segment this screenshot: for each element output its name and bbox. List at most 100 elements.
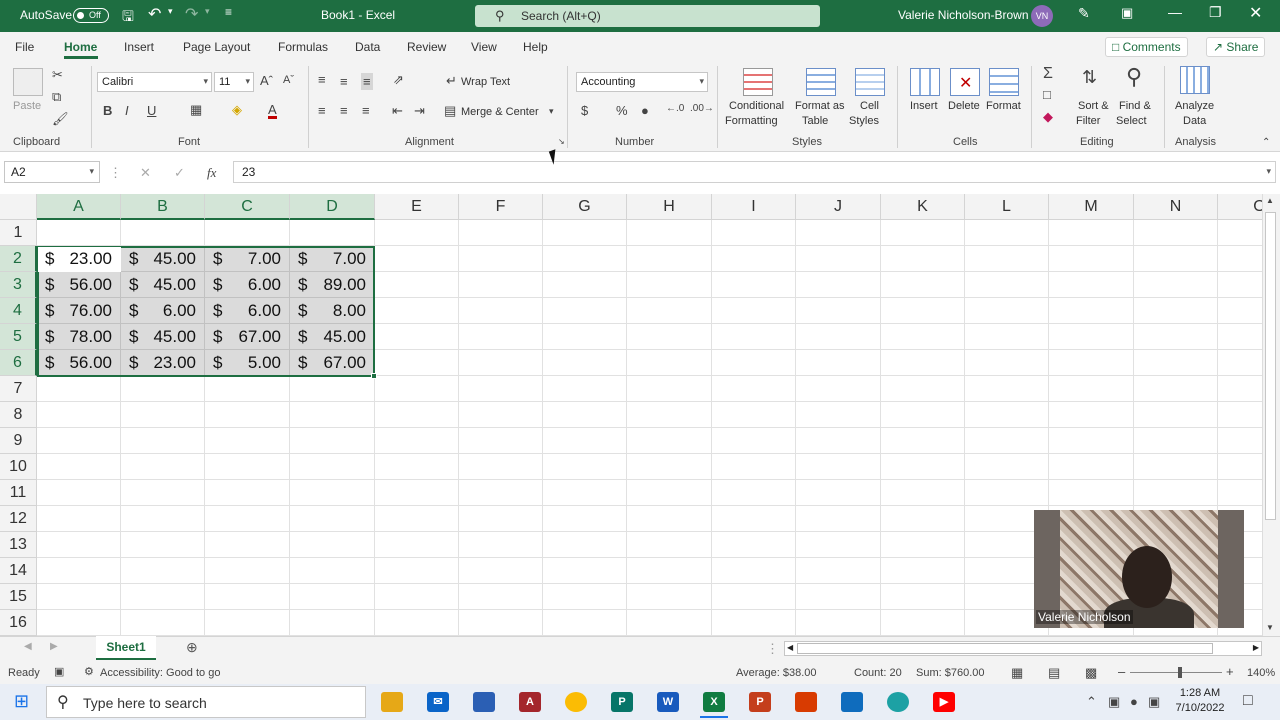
customize-toolbar-icon[interactable]: ≡ [225, 5, 232, 19]
autosave-toggle[interactable]: Off [73, 8, 109, 23]
row-header-16[interactable]: 16 [0, 610, 37, 636]
decrease-font-icon[interactable]: Aˇ [283, 75, 294, 86]
page-break-view-icon[interactable]: ▩ [1085, 665, 1097, 681]
increase-font-icon[interactable]: Aˆ [260, 74, 273, 87]
tab-home[interactable]: Home [64, 40, 97, 54]
column-header-e[interactable]: E [375, 194, 459, 220]
row-header-4[interactable]: 4 [0, 298, 37, 324]
align-center-icon[interactable]: ≡ [340, 104, 348, 117]
format-as-table-icon[interactable] [806, 68, 836, 96]
meet-now-icon[interactable]: ▣ [1108, 695, 1120, 708]
column-header-k[interactable]: K [881, 194, 965, 220]
search-box[interactable]: ⚲ Search (Alt+Q) [475, 5, 820, 27]
sheet-tab-sheet1[interactable]: Sheet1 [96, 636, 156, 660]
cell-c6[interactable]: $5.00 [205, 350, 290, 376]
align-bottom-icon[interactable]: ≡ [361, 73, 373, 90]
undo-icon[interactable]: ↶ [148, 4, 161, 24]
cell-styles-label-2[interactable]: Styles [849, 115, 879, 127]
conditional-formatting-label[interactable]: Conditional [729, 100, 784, 112]
normal-view-icon[interactable]: ▦ [1011, 665, 1023, 681]
share-button[interactable]: ↗ Share [1206, 37, 1266, 57]
mail-icon[interactable]: ✉ [427, 692, 449, 712]
column-header-h[interactable]: H [627, 194, 712, 220]
cell-a4[interactable]: $76.00 [37, 298, 121, 324]
cancel-entry-icon[interactable]: ✕ [140, 166, 151, 179]
vertical-scroll-thumb[interactable] [1265, 212, 1276, 520]
cell-a2[interactable]: $23.00 [37, 246, 121, 272]
cell-d3[interactable]: $89.00 [290, 272, 375, 298]
increase-indent-icon[interactable]: ⇥ [414, 104, 425, 117]
zoom-in-icon[interactable]: + [1226, 664, 1234, 679]
scroll-left-icon[interactable]: ◀ [787, 643, 793, 652]
cell-b6[interactable]: $23.00 [121, 350, 205, 376]
row-header-14[interactable]: 14 [0, 558, 37, 584]
undo-dropdown-icon[interactable]: ▾ [168, 6, 173, 17]
analyze-data-label-2[interactable]: Data [1183, 115, 1206, 127]
column-header-a[interactable]: A [37, 194, 121, 220]
cell-b3[interactable]: $45.00 [121, 272, 205, 298]
insert-cells-icon[interactable] [910, 68, 940, 96]
cell-b5[interactable]: $45.00 [121, 324, 205, 350]
sort-filter-icon[interactable]: ⇅ [1082, 68, 1097, 86]
page-layout-view-icon[interactable]: ▤ [1048, 665, 1060, 681]
format-painter-icon[interactable]: 🖌 [52, 112, 69, 125]
cell-styles-label[interactable]: Cell [860, 100, 879, 112]
row-header-6[interactable]: 6 [0, 350, 37, 376]
file-explorer-icon[interactable] [381, 692, 403, 712]
paste-icon[interactable] [13, 68, 43, 96]
cell-d5[interactable]: $45.00 [290, 324, 375, 350]
column-header-i[interactable]: I [712, 194, 796, 220]
bold-button[interactable]: B [103, 104, 112, 117]
find-select-label-2[interactable]: Select [1116, 115, 1147, 127]
zoom-out-icon[interactable]: – [1118, 664, 1125, 679]
borders-icon[interactable]: ▦ [190, 103, 202, 116]
scroll-right-icon[interactable]: ▶ [1253, 643, 1259, 652]
more-options-icon[interactable]: ⋮ [109, 166, 122, 179]
tab-page-layout[interactable]: Page Layout [183, 40, 250, 54]
column-header-m[interactable]: M [1049, 194, 1134, 220]
tab-data[interactable]: Data [355, 40, 380, 54]
avatar[interactable]: VN [1031, 5, 1053, 27]
chrome-icon[interactable] [565, 692, 587, 712]
accounting-format-icon[interactable]: $ [581, 104, 588, 117]
row-header-13[interactable]: 13 [0, 532, 37, 558]
system-clock[interactable]: 1:28 AM 7/10/2022 [1168, 686, 1232, 716]
cell-b2[interactable]: $45.00 [121, 246, 205, 272]
minimize-icon[interactable]: — [1168, 4, 1182, 20]
column-header-n[interactable]: N [1134, 194, 1218, 220]
formula-input[interactable]: 23 ▾ [233, 161, 1276, 183]
redo-icon[interactable]: ↷ [185, 4, 198, 24]
cell-c5[interactable]: $67.00 [205, 324, 290, 350]
row-header-7[interactable]: 7 [0, 376, 37, 402]
office-icon[interactable] [795, 692, 817, 712]
scroll-down-icon[interactable]: ▼ [1266, 624, 1274, 632]
format-cells-label[interactable]: Format [986, 100, 1021, 112]
conditional-formatting-label-2[interactable]: Formatting [725, 115, 778, 127]
user-name[interactable]: Valerie Nicholson-Brown [898, 8, 1029, 22]
name-box[interactable]: A2 ▾ [4, 161, 100, 183]
pen-icon[interactable]: ✎ [1078, 5, 1090, 22]
access-icon[interactable]: A [519, 692, 541, 712]
column-header-d[interactable]: D [290, 194, 375, 220]
decrease-decimal-icon[interactable]: .00→ [690, 104, 714, 114]
row-header-9[interactable]: 9 [0, 428, 37, 454]
percent-icon[interactable]: % [616, 104, 628, 117]
analyze-data-label[interactable]: Analyze [1175, 100, 1214, 112]
scroll-up-icon[interactable]: ▲ [1266, 197, 1274, 205]
merge-center-button[interactable]: Merge & Center [461, 106, 539, 118]
prev-sheet-icon[interactable]: ◀ [24, 642, 32, 652]
row-header-8[interactable]: 8 [0, 402, 37, 428]
next-sheet-icon[interactable]: ▶ [50, 642, 58, 652]
tab-file[interactable]: File [15, 40, 34, 54]
chevron-down-icon[interactable]: ▾ [549, 107, 554, 116]
fill-icon[interactable]: □ [1043, 88, 1051, 101]
increase-decimal-icon[interactable]: ←.0 [666, 104, 684, 114]
zoom-slider-thumb[interactable] [1178, 667, 1182, 678]
notifications-icon[interactable]: □ [1243, 693, 1253, 709]
column-header-o[interactable]: O [1218, 194, 1262, 220]
youtube-icon[interactable]: ▶ [933, 692, 955, 712]
conditional-formatting-icon[interactable] [743, 68, 773, 96]
tab-view[interactable]: View [471, 40, 497, 54]
cell-c2[interactable]: $7.00 [205, 246, 290, 272]
row-header-11[interactable]: 11 [0, 480, 37, 506]
